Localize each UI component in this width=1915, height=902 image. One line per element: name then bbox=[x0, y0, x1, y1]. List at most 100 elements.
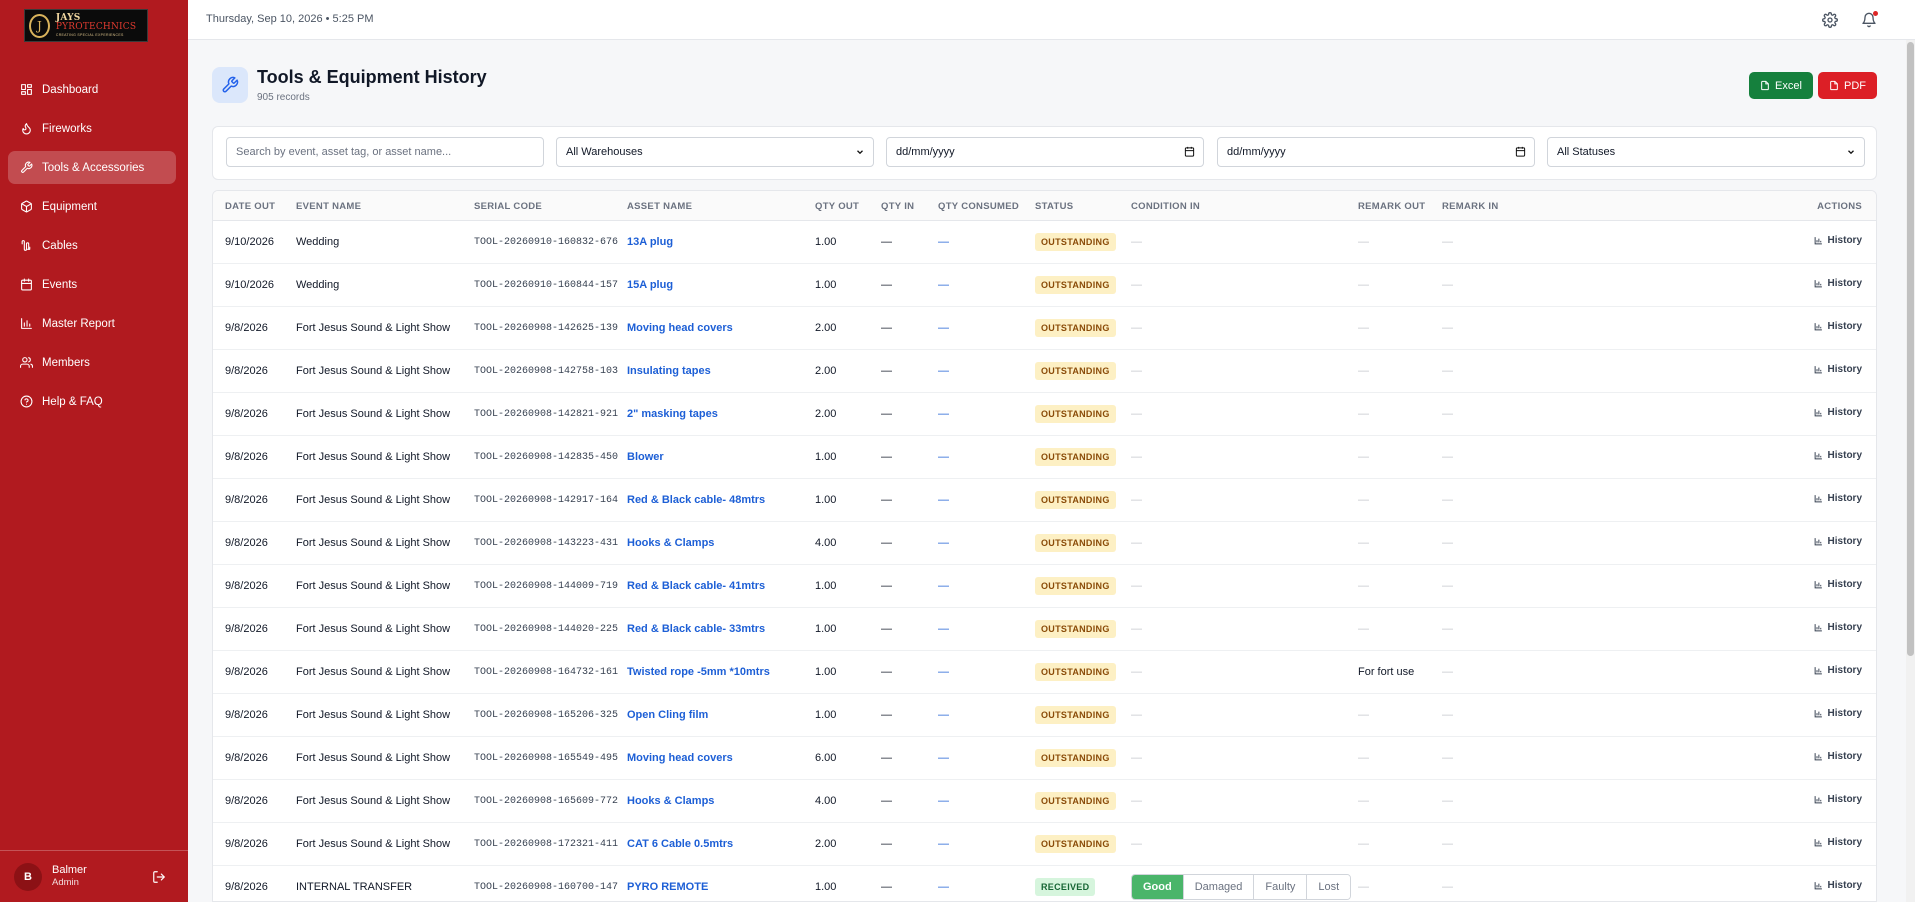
condition-option-faulty[interactable]: Faulty bbox=[1254, 875, 1308, 899]
qty-consumed: — bbox=[938, 322, 949, 334]
search-input[interactable]: Search by event, asset tag, or asset nam… bbox=[226, 137, 544, 167]
qty-in: — bbox=[881, 537, 892, 549]
history-button[interactable]: History bbox=[1814, 364, 1862, 375]
table-row[interactable]: 9/8/2026 Fort Jesus Sound & Light Show TOO… bbox=[213, 350, 1876, 393]
date-out: 9/8/2026 bbox=[225, 408, 268, 420]
remark-out: For fort use bbox=[1358, 666, 1415, 678]
remark-out: — bbox=[1358, 365, 1369, 377]
asset-name-link[interactable]: PYRO REMOTE bbox=[627, 881, 708, 893]
asset-name-link[interactable]: Hooks & Clamps bbox=[627, 537, 714, 549]
asset-name-link[interactable]: Open Cling film bbox=[627, 709, 708, 721]
history-button[interactable]: History bbox=[1814, 536, 1862, 547]
asset-name-link[interactable]: 2" masking tapes bbox=[627, 408, 718, 420]
remark-in: — bbox=[1442, 279, 1453, 291]
history-button[interactable]: History bbox=[1814, 708, 1862, 719]
sidebar-item-dashboard[interactable]: Dashboard bbox=[8, 73, 176, 106]
table-row[interactable]: 9/8/2026 Fort Jesus Sound & Light Show TOO… bbox=[213, 522, 1876, 565]
asset-name-link[interactable]: Red & Black cable- 33mtrs bbox=[627, 623, 765, 635]
asset-name-link[interactable]: Moving head covers bbox=[627, 752, 733, 764]
table-row[interactable]: 9/8/2026 Fort Jesus Sound & Light Show TOO… bbox=[213, 737, 1876, 780]
asset-name-link[interactable]: Blower bbox=[627, 451, 664, 463]
warehouse-select[interactable]: All Warehouses bbox=[556, 137, 874, 167]
table-row[interactable]: 9/8/2026 Fort Jesus Sound & Light Show TOO… bbox=[213, 651, 1876, 694]
history-button[interactable]: History bbox=[1814, 321, 1862, 332]
condition-option-lost[interactable]: Lost bbox=[1307, 875, 1351, 899]
event-name: Fort Jesus Sound & Light Show bbox=[296, 451, 451, 463]
date-out: 9/8/2026 bbox=[225, 709, 268, 721]
remark-out: — bbox=[1358, 236, 1369, 248]
history-button[interactable]: History bbox=[1814, 579, 1862, 590]
status-select[interactable]: All Statuses bbox=[1547, 137, 1865, 167]
asset-name-link[interactable]: Red & Black cable- 48mtrs bbox=[627, 494, 765, 506]
status-badge: OUTSTANDING bbox=[1035, 620, 1116, 638]
table-row[interactable]: 9/10/2026 Wedding TOOL-20260910-160844-157… bbox=[213, 264, 1876, 307]
history-button[interactable]: History bbox=[1814, 837, 1862, 848]
sidebar-item-tools-accessories[interactable]: Tools & Accessories bbox=[8, 151, 176, 184]
date-to-input[interactable]: dd/mm/yyyy bbox=[1217, 137, 1535, 167]
remark-out: — bbox=[1358, 838, 1369, 850]
wrench-icon bbox=[21, 161, 33, 173]
table-row[interactable]: 9/8/2026 Fort Jesus Sound & Light Show TOO… bbox=[213, 565, 1876, 608]
scrollbar-thumb[interactable] bbox=[1907, 42, 1914, 656]
notifications-button[interactable] bbox=[1861, 11, 1878, 28]
table-row[interactable]: 9/8/2026 Fort Jesus Sound & Light Show TOO… bbox=[213, 393, 1876, 436]
table-row[interactable]: 9/8/2026 Fort Jesus Sound & Light Show TOO… bbox=[213, 608, 1876, 651]
sidebar-item-events[interactable]: Events bbox=[8, 268, 176, 301]
table-row[interactable]: 9/8/2026 Fort Jesus Sound & Light Show TOO… bbox=[213, 479, 1876, 522]
asset-name-link[interactable]: Insulating tapes bbox=[627, 365, 711, 377]
history-button[interactable]: History bbox=[1814, 622, 1862, 633]
table-row[interactable]: 9/10/2026 Wedding TOOL-20260910-160832-676… bbox=[213, 221, 1876, 264]
history-button[interactable]: History bbox=[1814, 407, 1862, 418]
asset-name-link[interactable]: CAT 6 Cable 0.5mtrs bbox=[627, 838, 733, 850]
asset-name-link[interactable]: 13A plug bbox=[627, 236, 673, 248]
condition-option-damaged[interactable]: Damaged bbox=[1183, 875, 1255, 899]
table-row[interactable]: 9/8/2026 Fort Jesus Sound & Light Show TOO… bbox=[213, 780, 1876, 823]
logout-icon[interactable] bbox=[152, 870, 166, 884]
sidebar-item-members[interactable]: Members bbox=[8, 346, 176, 379]
table-row[interactable]: 9/8/2026 INTERNAL TRANSFER TOOL-20260908-1… bbox=[213, 866, 1876, 901]
history-button[interactable]: History bbox=[1814, 278, 1862, 289]
history-label: History bbox=[1827, 708, 1862, 719]
company-logo[interactable]: J JAYS PYROTECHNICS CREATING SPECIAL EXP… bbox=[24, 9, 148, 42]
history-button[interactable]: History bbox=[1814, 880, 1862, 891]
remark-out: — bbox=[1358, 795, 1369, 807]
date-out: 9/8/2026 bbox=[225, 838, 268, 850]
table-row[interactable]: 9/8/2026 Fort Jesus Sound & Light Show TOO… bbox=[213, 307, 1876, 350]
bar-chart-icon bbox=[1814, 624, 1822, 632]
export-excel-button[interactable]: Excel bbox=[1749, 72, 1813, 99]
sidebar-item-cables[interactable]: Cables bbox=[8, 229, 176, 262]
history-button[interactable]: History bbox=[1814, 450, 1862, 461]
history-button[interactable]: History bbox=[1814, 794, 1862, 805]
serial-code: TOOL-20260908-142625-139 bbox=[474, 323, 619, 334]
asset-name-link[interactable]: Moving head covers bbox=[627, 322, 733, 334]
asset-name-link[interactable]: Twisted rope -5mm *10mtrs bbox=[627, 666, 770, 678]
asset-name-link[interactable]: Hooks & Clamps bbox=[627, 795, 714, 807]
qty-consumed: — bbox=[938, 236, 949, 248]
table-row[interactable]: 9/8/2026 Fort Jesus Sound & Light Show TOO… bbox=[213, 436, 1876, 479]
asset-name-link[interactable]: Red & Black cable- 41mtrs bbox=[627, 580, 765, 592]
table-row[interactable]: 9/8/2026 Fort Jesus Sound & Light Show TOO… bbox=[213, 823, 1876, 866]
sidebar-item-master-report[interactable]: Master Report bbox=[8, 307, 176, 340]
sidebar-item-help-faq[interactable]: Help & FAQ bbox=[8, 385, 176, 418]
history-button[interactable]: History bbox=[1814, 493, 1862, 504]
asset-name-link[interactable]: 15A plug bbox=[627, 279, 673, 291]
settings-gear-icon[interactable] bbox=[1822, 12, 1838, 28]
sidebar-item-equipment[interactable]: Equipment bbox=[8, 190, 176, 223]
export-pdf-button[interactable]: PDF bbox=[1818, 72, 1877, 99]
remark-in: — bbox=[1442, 623, 1453, 635]
sidebar-item-label: Equipment bbox=[42, 200, 97, 213]
qty-out: 4.00 bbox=[815, 537, 837, 549]
bar-chart-icon bbox=[1814, 796, 1822, 804]
event-name: Fort Jesus Sound & Light Show bbox=[296, 408, 451, 420]
date-out: 9/8/2026 bbox=[225, 365, 268, 377]
qty-out: 1.00 bbox=[815, 709, 837, 721]
avatar[interactable]: B bbox=[14, 862, 42, 891]
column-header-serial-code: Serial Code bbox=[474, 201, 543, 212]
table-row[interactable]: 9/8/2026 Fort Jesus Sound & Light Show TOO… bbox=[213, 694, 1876, 737]
history-button[interactable]: History bbox=[1814, 235, 1862, 246]
condition-option-good[interactable]: Good bbox=[1132, 875, 1184, 899]
sidebar-item-fireworks[interactable]: Fireworks bbox=[8, 112, 176, 145]
history-button[interactable]: History bbox=[1814, 665, 1862, 676]
date-from-input[interactable]: dd/mm/yyyy bbox=[886, 137, 1204, 167]
history-button[interactable]: History bbox=[1814, 751, 1862, 762]
